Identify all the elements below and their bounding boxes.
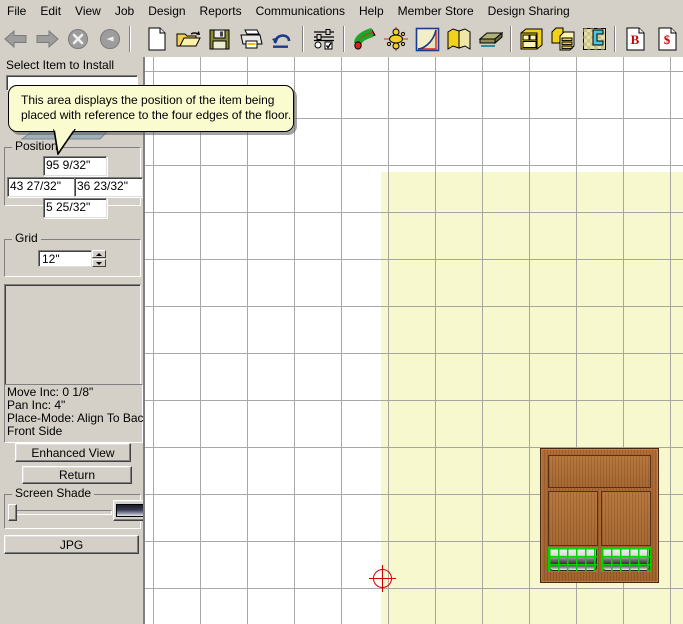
print-icon[interactable] bbox=[236, 24, 265, 54]
countertop-icon[interactable] bbox=[476, 24, 505, 54]
grid-group-title: Grid bbox=[12, 232, 41, 244]
books-icon[interactable] bbox=[445, 24, 474, 54]
menu-help[interactable]: Help bbox=[352, 2, 391, 20]
return-button[interactable]: Return bbox=[22, 466, 132, 484]
grid-spinner-buttons[interactable] bbox=[92, 250, 106, 267]
enhanced-view-button[interactable]: Enhanced View bbox=[15, 443, 131, 462]
grid-spin-down-button[interactable] bbox=[92, 259, 106, 267]
grid-spin-up-button[interactable] bbox=[92, 250, 106, 258]
menu-reports[interactable]: Reports bbox=[193, 2, 249, 20]
menu-edit[interactable]: Edit bbox=[33, 2, 68, 20]
svg-text:$: $ bbox=[664, 32, 671, 47]
menu-view[interactable]: View bbox=[68, 2, 108, 20]
menu-member-store[interactable]: Member Store bbox=[391, 2, 481, 20]
toolbar-separator-4 bbox=[510, 26, 513, 52]
position-right-field[interactable]: 36 23/32" bbox=[74, 177, 143, 197]
forward-arrow-icon[interactable] bbox=[32, 24, 61, 54]
toolbar-separator-3 bbox=[343, 26, 346, 52]
tooltip-tail bbox=[53, 127, 79, 157]
open-folder-icon[interactable] bbox=[174, 24, 203, 54]
screen-shade-groupbox: Screen Shade bbox=[4, 487, 147, 529]
status-front-side: Front Side bbox=[7, 424, 63, 438]
menu-communications[interactable]: Communications bbox=[249, 2, 352, 20]
selection-grid-left[interactable] bbox=[548, 547, 598, 572]
menu-design-sharing[interactable]: Design Sharing bbox=[481, 2, 577, 20]
status-readout: Move Inc: 0 1/8" Pan Inc: 4" Place-Mode:… bbox=[4, 384, 150, 443]
application-window: File Edit View Job Design Reports Commun… bbox=[0, 0, 683, 624]
select-item-label: Select Item to Install bbox=[6, 58, 115, 72]
screen-shade-slider-track[interactable] bbox=[11, 510, 112, 515]
price-document-icon[interactable]: $ bbox=[653, 24, 682, 54]
tooltip-line-2: placed with reference to the four edges … bbox=[21, 108, 292, 122]
jpg-button[interactable]: JPG bbox=[4, 535, 139, 554]
refresh-icon[interactable] bbox=[95, 24, 124, 54]
position-left-field[interactable]: 43 27/32" bbox=[7, 177, 76, 197]
light-fixture-icon[interactable] bbox=[382, 24, 411, 54]
paint-roller-icon[interactable] bbox=[350, 24, 379, 54]
position-groupbox: Position 95 9/32" 43 27/32" 36 23/32" 5 … bbox=[4, 140, 143, 218]
position-top-field[interactable]: 95 9/32" bbox=[43, 156, 107, 176]
cabinet-left-door-panel[interactable] bbox=[548, 491, 598, 546]
position-bottom-field[interactable]: 5 25/32" bbox=[43, 198, 107, 218]
item-list-panel[interactable] bbox=[4, 284, 141, 386]
settings-sliders-icon[interactable] bbox=[309, 24, 338, 54]
toolbar-separator-5 bbox=[614, 26, 617, 52]
new-document-icon[interactable] bbox=[142, 24, 171, 54]
cabinet-right-door-panel[interactable] bbox=[601, 491, 651, 546]
floorplan-icon[interactable] bbox=[580, 24, 609, 54]
grid-groupbox: Grid 12" bbox=[4, 232, 141, 277]
cabinet-top-drawer-panel[interactable] bbox=[548, 455, 651, 488]
grid-spinner[interactable]: 12" bbox=[38, 250, 106, 267]
stop-icon[interactable] bbox=[64, 24, 93, 54]
tooltip-line-1: This area displays the position of the i… bbox=[21, 93, 275, 107]
screen-shade-swatch-button[interactable] bbox=[113, 500, 147, 521]
base-cabinet-item[interactable] bbox=[540, 448, 659, 583]
save-disk-icon[interactable] bbox=[205, 24, 234, 54]
menu-bar: File Edit View Job Design Reports Commun… bbox=[0, 0, 683, 22]
cabinet-stack-icon[interactable] bbox=[549, 24, 578, 54]
design-canvas[interactable] bbox=[143, 57, 683, 624]
svg-text:B: B bbox=[631, 32, 640, 47]
menu-design[interactable]: Design bbox=[141, 2, 192, 20]
curve-chart-icon[interactable] bbox=[413, 24, 442, 54]
selection-grid-right[interactable] bbox=[601, 547, 651, 572]
screen-shade-gradient bbox=[116, 504, 144, 517]
toolbar-separator-2 bbox=[302, 26, 305, 52]
bid-document-icon[interactable]: B bbox=[621, 24, 650, 54]
toolbar-separator-1 bbox=[129, 26, 132, 52]
toolbar: B $ bbox=[0, 21, 683, 58]
screen-shade-slider-thumb[interactable] bbox=[8, 504, 17, 521]
position-tooltip: This area displays the position of the i… bbox=[8, 85, 294, 157]
back-arrow-icon[interactable] bbox=[1, 24, 30, 54]
menu-job[interactable]: Job bbox=[108, 2, 141, 20]
menu-file[interactable]: File bbox=[0, 2, 33, 20]
canvas-surface[interactable] bbox=[145, 57, 683, 624]
screen-shade-group-title: Screen Shade bbox=[12, 487, 95, 499]
cabinet-3d-icon[interactable] bbox=[517, 24, 546, 54]
undo-icon[interactable] bbox=[268, 24, 297, 54]
grid-value-field[interactable]: 12" bbox=[38, 250, 92, 267]
origin-crosshair-marker bbox=[369, 565, 396, 592]
